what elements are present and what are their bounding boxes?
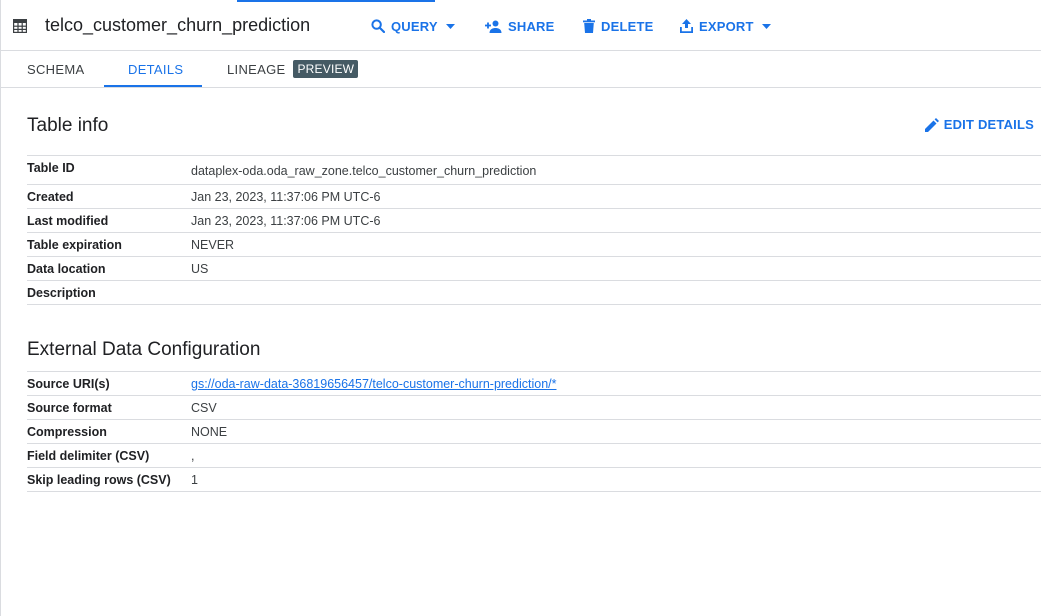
query-button[interactable]: QUERY xyxy=(371,16,455,36)
table-info-row: Table ID dataplex-oda.oda_raw_zone.telco… xyxy=(27,156,1041,185)
row-key: Source format xyxy=(27,401,112,415)
external-config-row: Field delimiter (CSV) , xyxy=(27,444,1041,468)
export-button-label: EXPORT xyxy=(699,18,754,34)
export-button[interactable]: EXPORT xyxy=(680,16,771,36)
row-value: 1 xyxy=(191,473,198,487)
external-config-row: Compression NONE xyxy=(27,420,1041,444)
edit-details-label: EDIT DETAILS xyxy=(943,117,1034,132)
row-value: CSV xyxy=(191,401,217,415)
row-value: , xyxy=(191,449,195,463)
share-button[interactable]: SHARE xyxy=(485,16,555,36)
row-key: Created xyxy=(27,190,74,204)
upload-icon xyxy=(680,19,693,33)
active-tab-indicator xyxy=(104,85,202,87)
row-value: NEVER xyxy=(191,238,235,252)
external-config-heading: External Data Configuration xyxy=(27,339,261,360)
table-icon xyxy=(13,19,27,33)
row-value: dataplex-oda.oda_raw_zone.telco_customer… xyxy=(191,164,537,178)
external-config-row: Source format CSV xyxy=(27,396,1041,420)
table-info-row: Created Jan 23, 2023, 11:37:06 PM UTC-6 xyxy=(27,185,1041,209)
tab-bar: SCHEMA DETAILS LINEAGE PREVIEW xyxy=(1,51,1041,88)
share-button-label: SHARE xyxy=(508,18,555,34)
row-key: Source URI(s) xyxy=(27,377,110,391)
table-info-row: Last modified Jan 23, 2023, 11:37:06 PM … xyxy=(27,209,1041,233)
tab-lineage-label: LINEAGE xyxy=(227,61,286,77)
pencil-icon xyxy=(924,117,939,132)
tab-details[interactable]: DETAILS xyxy=(128,51,183,87)
row-key: Data location xyxy=(27,262,106,276)
person-add-icon xyxy=(485,20,502,33)
external-config-list: Source URI(s) gs://oda-raw-data-36819656… xyxy=(27,371,1041,492)
chevron-down-icon xyxy=(445,23,455,29)
delete-button[interactable]: DELETE xyxy=(583,16,653,36)
row-key: Table ID xyxy=(27,161,75,175)
row-key: Field delimiter (CSV) xyxy=(27,449,150,463)
row-value: NONE xyxy=(191,425,228,439)
details-panel: telco_customer_churn_prediction QUERY SH… xyxy=(0,0,1041,616)
chevron-down-icon xyxy=(761,23,771,29)
delete-button-label: DELETE xyxy=(601,18,654,34)
table-info-row: Data location US xyxy=(27,257,1041,281)
query-button-label: QUERY xyxy=(391,18,438,34)
page-title: telco_customer_churn_prediction xyxy=(45,15,311,35)
row-key: Description xyxy=(27,286,96,300)
external-config-row: Source URI(s) gs://oda-raw-data-36819656… xyxy=(27,372,1041,396)
tab-lineage[interactable]: LINEAGE PREVIEW xyxy=(227,51,359,87)
search-icon xyxy=(371,19,385,33)
source-uri-link[interactable]: gs://oda-raw-data-36819656457/telco-cust… xyxy=(191,377,556,391)
row-value: US xyxy=(191,262,209,276)
trash-icon xyxy=(583,19,595,33)
tab-schema[interactable]: SCHEMA xyxy=(27,51,84,87)
external-config-row: Skip leading rows (CSV) 1 xyxy=(27,468,1041,492)
row-key: Compression xyxy=(27,425,107,439)
row-value: Jan 23, 2023, 11:37:06 PM UTC-6 xyxy=(191,214,381,228)
row-key: Skip leading rows (CSV) xyxy=(27,473,171,487)
preview-badge: PREVIEW xyxy=(293,60,359,78)
table-info-row: Description xyxy=(27,281,1041,305)
table-info-list: Table ID dataplex-oda.oda_raw_zone.telco… xyxy=(27,155,1041,305)
row-key: Table expiration xyxy=(27,238,122,252)
row-value: Jan 23, 2023, 11:37:06 PM UTC-6 xyxy=(191,190,381,204)
edit-details-button[interactable]: EDIT DETAILS xyxy=(924,117,1034,132)
table-info-row: Table expiration NEVER xyxy=(27,233,1041,257)
row-key: Last modified xyxy=(27,214,109,228)
header-toolbar: telco_customer_churn_prediction QUERY SH… xyxy=(1,0,1041,51)
table-info-heading: Table info xyxy=(27,115,109,136)
